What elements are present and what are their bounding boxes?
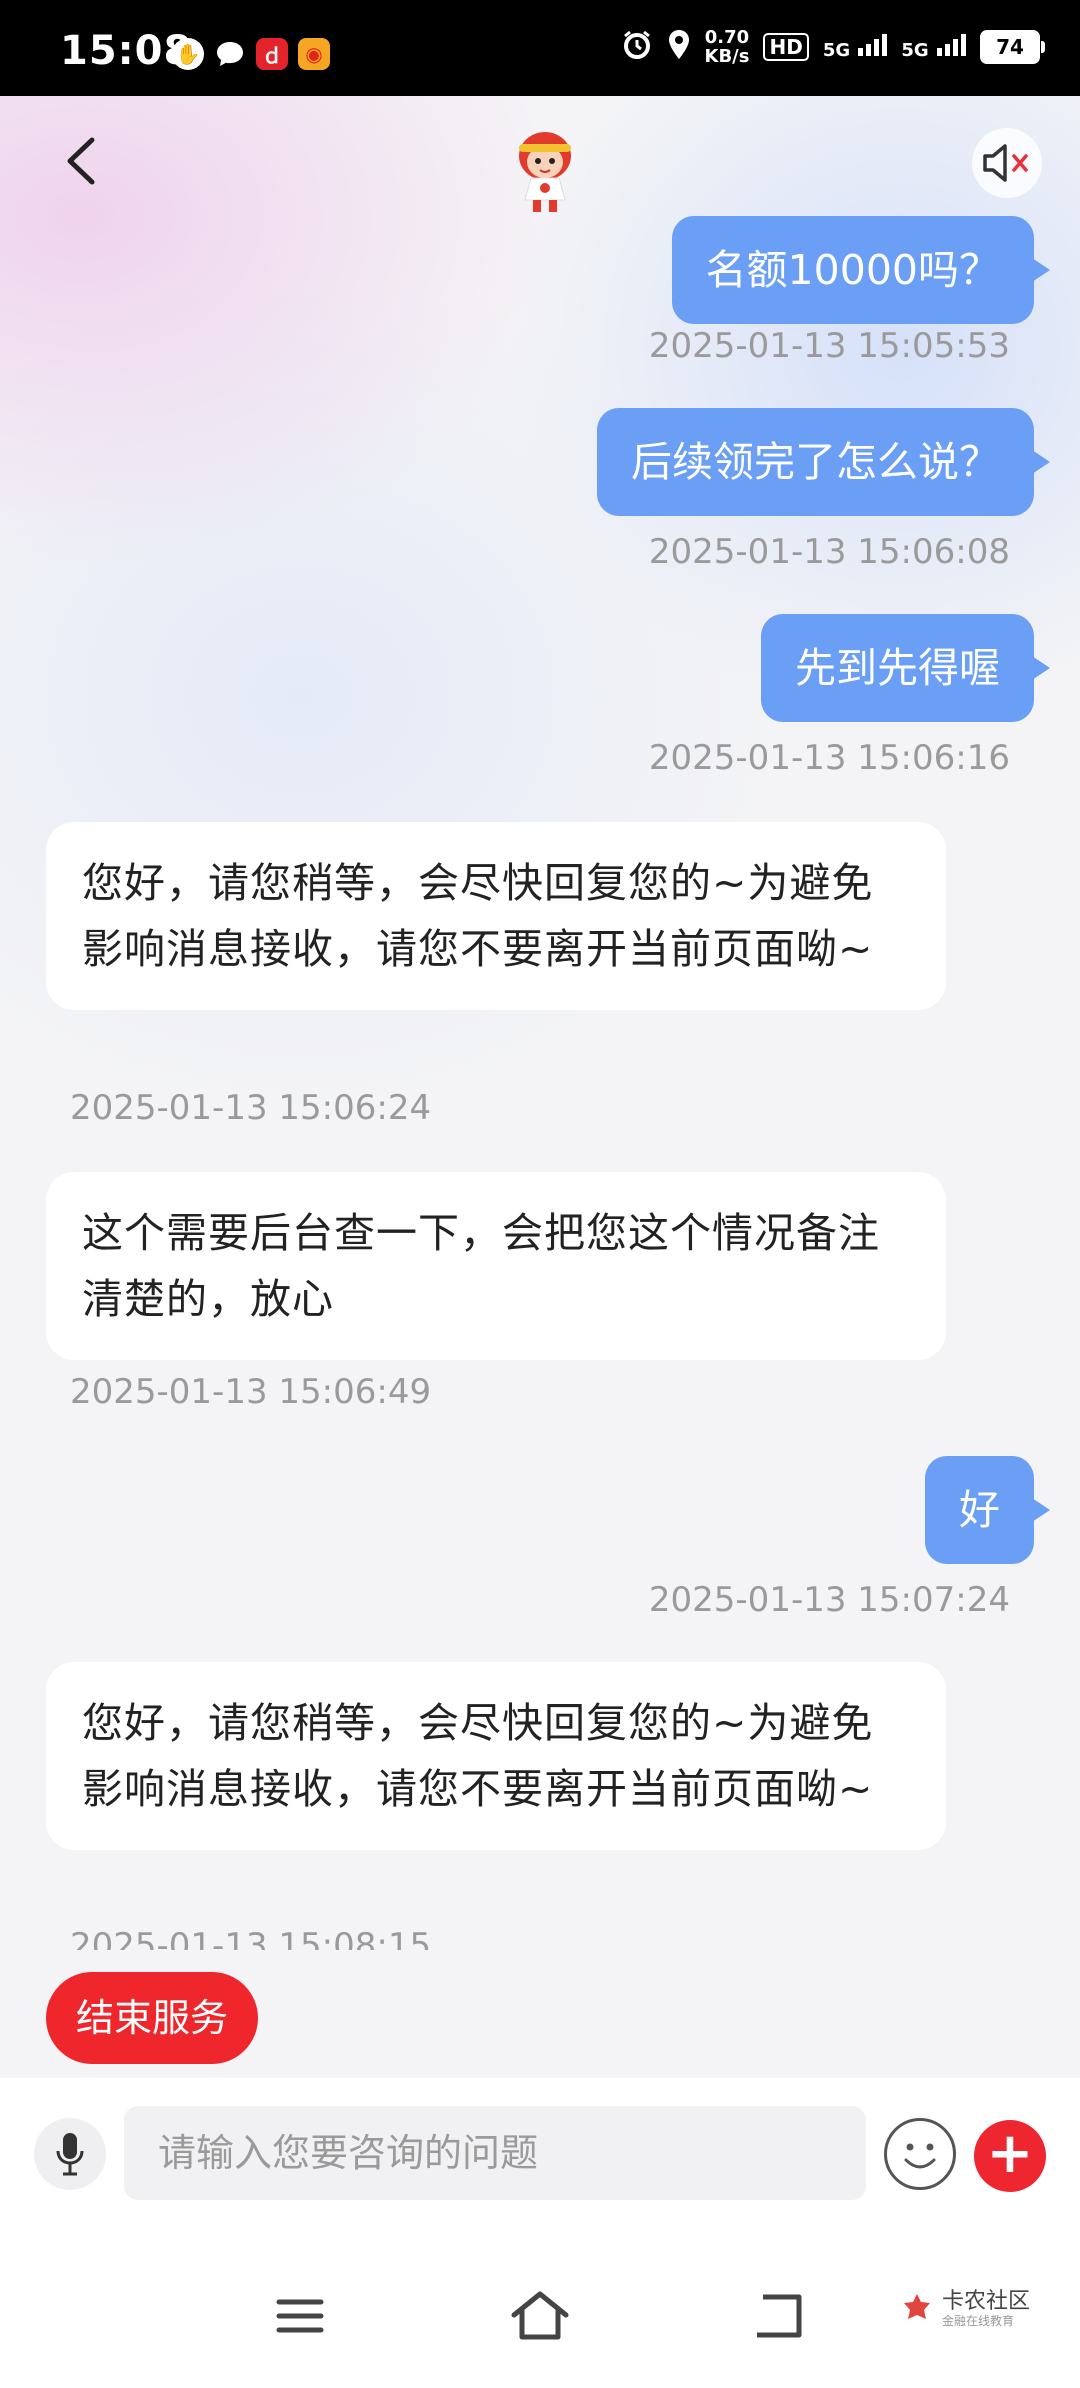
network-speed-unit: KB/s bbox=[704, 46, 750, 67]
more-options-button[interactable]: + bbox=[974, 2120, 1046, 2192]
end-service-button[interactable]: 结束服务 bbox=[46, 1972, 259, 2064]
speaker-muted-icon bbox=[983, 144, 1028, 182]
battery-indicator: 74 bbox=[980, 30, 1045, 64]
red-app-notification-icon: ｄ bbox=[256, 38, 288, 70]
watermark-subtitle: 金融在线教育 bbox=[942, 2314, 1015, 2328]
message-input[interactable] bbox=[124, 2106, 866, 2200]
signal-sim2-label: 5G bbox=[901, 40, 929, 61]
message-timestamp: 2025-01-13 15:06:24 bbox=[70, 1088, 432, 1128]
message-timestamp: 2025-01-13 15:06:49 bbox=[70, 1372, 432, 1412]
message-notification-icon bbox=[214, 38, 246, 70]
weibo-notification-icon: ◉ bbox=[298, 38, 330, 70]
signal-sim1: 5G bbox=[823, 34, 888, 60]
agent-message-bubble[interactable]: 您好，请您稍等，会尽快回复您的~为避免影响消息接收，请您不要离开当前页面呦~ bbox=[46, 822, 946, 1010]
menu-nav-button[interactable] bbox=[270, 2286, 330, 2346]
user-message-bubble[interactable]: 名额10000吗？ bbox=[671, 216, 1051, 324]
agent-message-bubble[interactable]: 这个需要后台查一下，会把您这个情况备注清楚的，放心 bbox=[46, 1172, 946, 1360]
smiley-icon bbox=[904, 2143, 936, 2169]
chevron-left-icon bbox=[67, 137, 95, 185]
alarm-icon bbox=[621, 29, 653, 65]
message-list[interactable]: 名额10000吗？ 2025-01-13 15:05:53 后续领完了怎么说？ … bbox=[0, 216, 1080, 1950]
return-icon bbox=[757, 2294, 802, 2338]
app-notification-icon: ✋ bbox=[172, 38, 204, 70]
emoji-button[interactable] bbox=[884, 2118, 956, 2190]
voice-input-button[interactable] bbox=[34, 2118, 106, 2190]
chat-header bbox=[0, 96, 1080, 226]
agent-message-bubble[interactable]: 您好，请您稍等，会尽快回复您的~为避免影响消息接收，请您不要离开当前页面呦~ bbox=[46, 1662, 946, 1850]
network-speed-value: 0.70 bbox=[704, 27, 750, 48]
watermark-logo-icon bbox=[904, 2294, 930, 2319]
status-indicators: 0.70 KB/s HD 5G 5G 74 bbox=[621, 28, 1045, 66]
user-message-bubble[interactable]: 后续领完了怎么说？ bbox=[597, 408, 1050, 516]
back-nav-button[interactable] bbox=[750, 2286, 810, 2346]
notification-icons: ✋ ｄ ◉ bbox=[172, 38, 330, 70]
signal-sim1-label: 5G bbox=[822, 40, 851, 61]
watermark: 卡农社区 金融在线教育 bbox=[900, 2290, 1030, 2328]
user-message-bubble[interactable]: 好 bbox=[925, 1456, 1050, 1564]
status-bar: 15:08 ✋ ｄ ◉ 0.70 KB/s HD 5G 5G 74 bbox=[0, 0, 1080, 96]
message-timestamp: 2025-01-13 15:06:08 bbox=[648, 532, 1010, 572]
input-bar: + bbox=[0, 2078, 1080, 2228]
home-nav-button[interactable] bbox=[510, 2286, 570, 2346]
microphone-icon bbox=[56, 2133, 84, 2176]
signal-bars-icon bbox=[937, 34, 966, 56]
mute-toggle-button[interactable] bbox=[972, 128, 1042, 198]
location-icon bbox=[667, 29, 691, 65]
hd-voice-badge: HD bbox=[763, 33, 809, 61]
message-timestamp: 2025-01-13 15:08:15 bbox=[70, 1926, 432, 1950]
user-message-bubble[interactable]: 先到先得喔 bbox=[761, 614, 1050, 722]
mascot-avatar bbox=[505, 126, 585, 216]
hamburger-menu-icon bbox=[276, 2299, 324, 2333]
signal-sim2: 5G bbox=[901, 34, 966, 60]
back-button[interactable] bbox=[50, 126, 110, 196]
message-timestamp: 2025-01-13 15:07:24 bbox=[648, 1580, 1010, 1620]
message-timestamp: 2025-01-13 15:06:16 bbox=[648, 738, 1010, 778]
network-speed: 0.70 KB/s bbox=[705, 28, 750, 66]
watermark-name: 卡农社区 bbox=[942, 2289, 1031, 2314]
plus-icon: + bbox=[986, 2121, 1034, 2186]
system-navigation-bar: 卡农社区 金融在线教育 bbox=[0, 2228, 1080, 2388]
home-icon bbox=[511, 2291, 569, 2340]
message-timestamp: 2025-01-13 15:05:53 bbox=[648, 326, 1010, 366]
signal-bars-icon bbox=[858, 34, 888, 56]
